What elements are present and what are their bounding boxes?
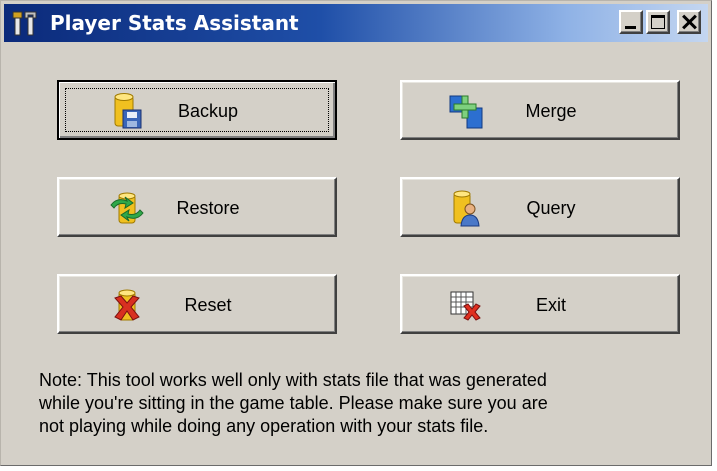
close-button[interactable]: [677, 10, 701, 34]
window-title: Player Stats Assistant: [50, 11, 299, 35]
note-line-2: while you're sitting in the game table. …: [39, 393, 548, 413]
query-label: Query: [526, 198, 576, 218]
title-bar[interactable]: Player Stats Assistant: [4, 4, 708, 42]
query-button[interactable]: Query: [400, 177, 680, 237]
backup-button[interactable]: Backup: [57, 80, 337, 140]
exit-label: Exit: [535, 295, 566, 315]
merge-button[interactable]: Merge: [400, 80, 680, 140]
app-window: Player Stats Assistant Backup Merge Rest…: [0, 0, 712, 466]
tools-icon: [12, 11, 40, 37]
reset-button[interactable]: Reset: [57, 274, 337, 334]
restore-label: Restore: [176, 198, 240, 218]
merge-label: Merge: [525, 101, 577, 121]
usage-note: Note: This tool works well only with sta…: [39, 369, 679, 438]
minimize-button[interactable]: [619, 10, 643, 34]
note-line-1: Note: This tool works well only with sta…: [39, 370, 547, 390]
exit-button[interactable]: Exit: [400, 274, 680, 334]
backup-label: Backup: [177, 101, 239, 121]
maximize-button[interactable]: [646, 10, 670, 34]
reset-label: Reset: [184, 295, 232, 315]
restore-button[interactable]: Restore: [57, 177, 337, 237]
note-line-3: not playing while doing any operation wi…: [39, 416, 489, 436]
